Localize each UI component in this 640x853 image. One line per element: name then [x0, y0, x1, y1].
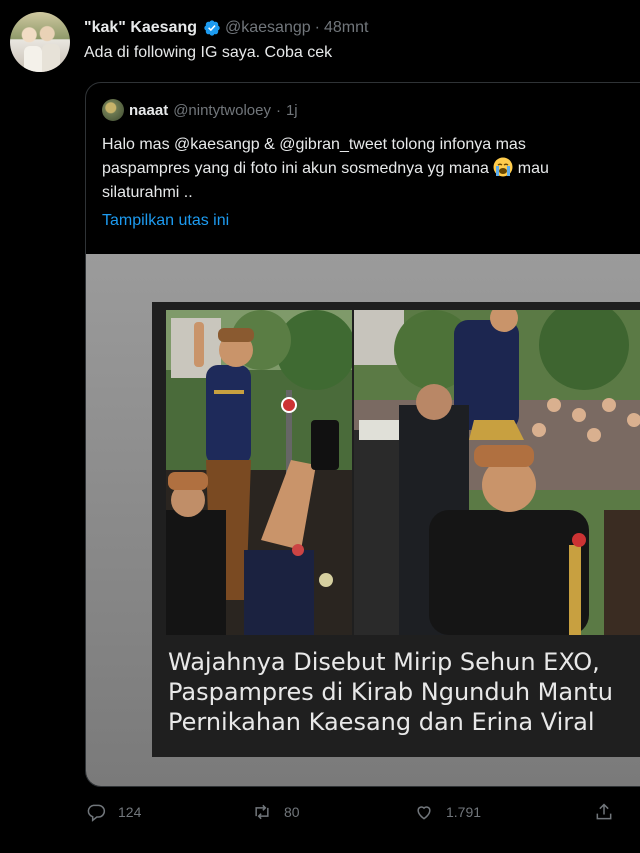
verified-badge-icon: [204, 20, 220, 36]
quoted-header: naaat @nintytwoloey · 1j: [102, 99, 298, 121]
reply-count: 124: [118, 804, 142, 820]
quoted-author-handle: @nintytwoloey: [173, 101, 271, 119]
like-button[interactable]: 1.791: [414, 802, 481, 822]
caption-line-1: Wajahnya Disebut Mirip Sehun EXO,: [168, 648, 600, 676]
quoted-text-line-2: paspampres yang di foto ini akun sosmedn…: [102, 157, 640, 181]
reply-icon: [87, 804, 106, 822]
news-caption: Wajahnya Disebut Mirip Sehun EXO, Paspam…: [168, 647, 640, 737]
author-avatar[interactable]: [10, 12, 70, 72]
share-button[interactable]: [594, 802, 614, 822]
quoted-separator-dot: ·: [275, 101, 281, 119]
reply-button[interactable]: 124: [86, 802, 141, 822]
quoted-text-line-2b: mau: [517, 160, 549, 177]
retweet-button[interactable]: 80: [252, 802, 300, 822]
crying-face-emoji: [493, 157, 513, 177]
quoted-text-line-2a: paspampres yang di foto ini akun sosmedn…: [102, 160, 489, 177]
quoted-time: 1j: [285, 101, 298, 119]
like-count: 1.791: [446, 804, 482, 820]
tweet-time[interactable]: 48mnt: [324, 19, 368, 37]
parade-photo-right: [354, 310, 640, 635]
like-icon: [417, 806, 431, 820]
caption-line-3: Pernikahan Kaesang dan Erina Viral: [168, 708, 595, 736]
caption-line-2: Paspampres di Kirab Ngunduh Mantu: [168, 678, 613, 706]
tweet-header: "kak" Kaesang @kaesangp · 48mnt: [84, 16, 368, 40]
news-image: Wajahnya Disebut Mirip Sehun EXO, Paspam…: [152, 302, 640, 757]
author-handle[interactable]: @kaesangp: [225, 19, 311, 37]
separator-dot: ·: [314, 19, 320, 36]
tweet-text: Ada di following IG saya. Coba cek: [84, 44, 333, 61]
retweet-count: 80: [284, 804, 300, 820]
parade-photo-left: [166, 310, 352, 635]
quoted-text-line-1: Halo mas @kaesangp & @gibran_tweet tolon…: [102, 136, 526, 153]
author-name[interactable]: "kak" Kaesang: [84, 19, 197, 37]
quoted-author-name: naaat: [129, 101, 169, 119]
retweet-icon: [255, 804, 269, 820]
quoted-text-line-3: silaturahmi ..: [102, 184, 193, 201]
share-icon: [596, 803, 612, 820]
quoted-text: Halo mas @kaesangp & @gibran_tweet tolon…: [102, 133, 640, 205]
quoted-media[interactable]: Wajahnya Disebut Mirip Sehun EXO, Paspam…: [86, 254, 640, 786]
quoted-tweet[interactable]: naaat @nintytwoloey · 1j Halo mas @kaesa…: [85, 82, 640, 787]
show-thread-link[interactable]: Tampilkan utas ini: [102, 212, 229, 230]
quoted-avatar: [102, 99, 124, 121]
action-bar: 124 80 1.791: [86, 802, 616, 826]
